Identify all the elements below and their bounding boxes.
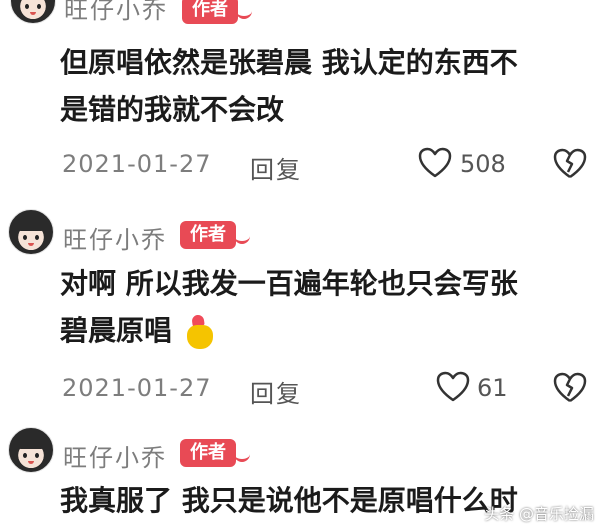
avatar[interactable] bbox=[8, 209, 54, 255]
comment-username[interactable]: 旺仔小乔 bbox=[63, 438, 167, 473]
author-badge: 作者 bbox=[182, 0, 252, 24]
heart-icon[interactable] bbox=[418, 147, 452, 179]
reply-button[interactable]: 回复 bbox=[250, 374, 302, 409]
broken-heart-icon[interactable] bbox=[553, 372, 587, 404]
author-badge: 作者 bbox=[180, 439, 250, 467]
watermark: 头条 @音乐捡漏 bbox=[484, 505, 594, 523]
broken-heart-icon[interactable] bbox=[553, 148, 587, 180]
like-count: 61 bbox=[477, 374, 508, 402]
heart-icon[interactable] bbox=[436, 371, 470, 403]
like-count: 508 bbox=[460, 150, 506, 178]
reply-button[interactable]: 回复 bbox=[250, 150, 302, 185]
avatar[interactable] bbox=[10, 0, 56, 24]
comment-date: 2021-01-27 bbox=[62, 150, 212, 178]
author-badge: 作者 bbox=[180, 221, 250, 249]
comment-text: 但原唱依然是张碧晨 我认定的东西不 是错的我就不会改 bbox=[60, 46, 518, 126]
comment-text: 对啊 所以我发一百遍年轮也只会写张 碧晨原唱 bbox=[60, 267, 518, 349]
comment-username[interactable]: 旺仔小乔 bbox=[63, 220, 167, 255]
avatar[interactable] bbox=[8, 427, 54, 473]
heart-hands-emoji bbox=[186, 314, 214, 349]
comment-username[interactable]: 旺仔小乔 bbox=[64, 0, 168, 25]
comment-date: 2021-01-27 bbox=[62, 374, 212, 402]
